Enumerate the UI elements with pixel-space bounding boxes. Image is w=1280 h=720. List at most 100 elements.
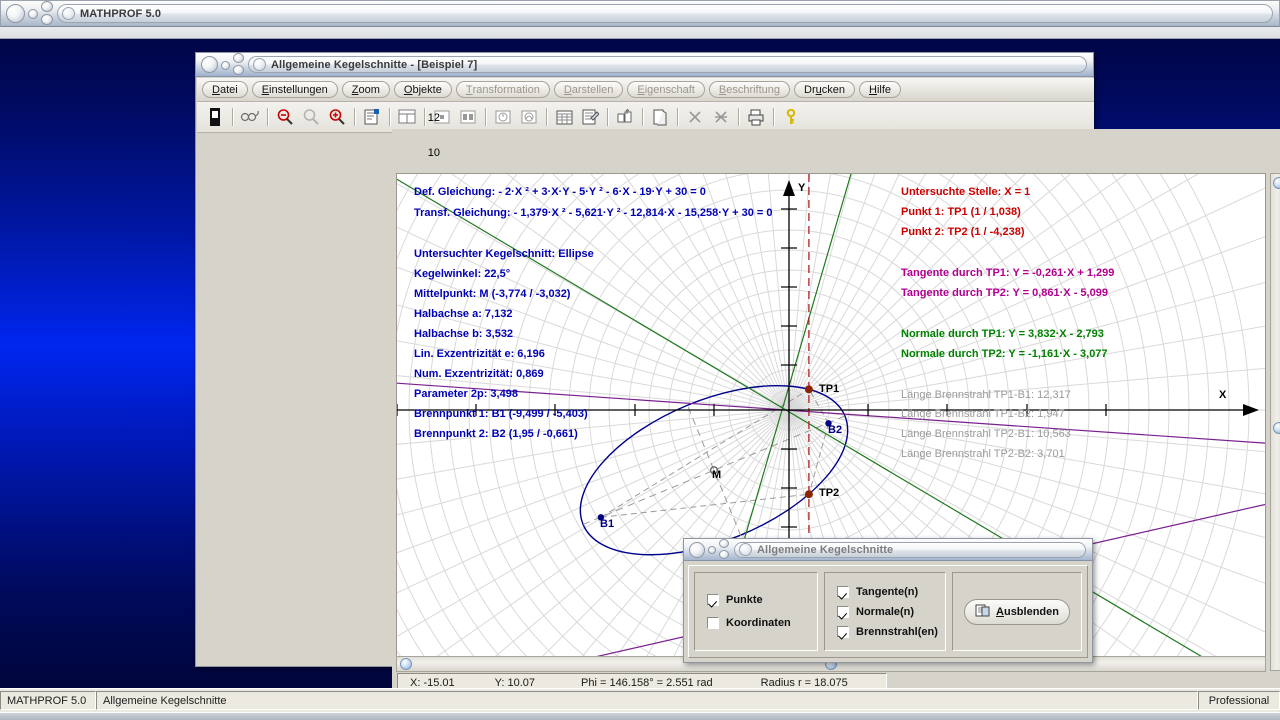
- vscroll-thumb-top[interactable]: [1273, 177, 1280, 189]
- info-transf-gleichung: Transf. Gleichung: - 1,379·X ² - 5,621·Y…: [414, 207, 773, 219]
- checkbox-tangenten[interactable]: Tangente(n): [837, 585, 945, 598]
- dialog-window-controls[interactable]: [684, 538, 734, 561]
- vscroll-thumb[interactable]: [1273, 422, 1280, 434]
- axis-label-x: X: [1219, 389, 1227, 401]
- checkbox-normalen-box[interactable]: [837, 605, 849, 618]
- table-icon[interactable]: [552, 105, 576, 129]
- mdi-minimize-icon[interactable]: [221, 60, 230, 70]
- app-window-controls[interactable]: [1, 0, 57, 27]
- menu-beschriftung: Beschriftung: [708, 81, 791, 98]
- label-b1: B1: [600, 518, 615, 530]
- window-maximize-icon[interactable]: [41, 1, 53, 12]
- delete-one-icon[interactable]: [683, 105, 707, 129]
- menu-objekte[interactable]: Objekte: [393, 81, 452, 98]
- menu-zoom[interactable]: Zoom: [341, 81, 390, 98]
- window-close-icon[interactable]: [6, 4, 25, 23]
- toolbar-separator: [735, 106, 742, 128]
- window-resize-edge: [0, 712, 1280, 720]
- mdi-titlebar[interactable]: Allgemeine Kegelschnitte - [Beispiel 7]: [196, 52, 1093, 77]
- info-kegelschnitt: Untersuchter Kegelschnitt: Ellipse: [414, 248, 594, 260]
- mdi-maximize-icon[interactable]: [233, 52, 244, 63]
- plot-vertical-scrollbar[interactable]: [1270, 173, 1280, 671]
- toolbar-separator: [770, 106, 777, 128]
- info-mittelpunkt: Mittelpunkt: M (-3,774 / -3,032): [414, 288, 571, 300]
- checkbox-koordinaten[interactable]: Koordinaten: [707, 617, 817, 629]
- checkbox-punkte[interactable]: Punkte: [707, 594, 817, 606]
- info-brennstrahl-tp2-b1: Länge Brennstrahl TP2-B1: 10,563: [901, 428, 1071, 440]
- checkbox-normalen[interactable]: Normale(n): [837, 605, 945, 618]
- zoom-out-icon[interactable]: [273, 105, 297, 129]
- key-icon[interactable]: [779, 105, 803, 129]
- status-app-name: MATHPROF 5.0: [0, 691, 96, 710]
- mdi-restore-icon[interactable]: [233, 64, 244, 75]
- info-brennpunkt-2: Brennpunkt 2: B2 (1,95 / -0,661): [414, 428, 578, 440]
- info-tangente-tp2: Tangente durch TP2: Y = 0,861·X - 5,099: [901, 287, 1108, 299]
- report-icon[interactable]: [578, 105, 602, 129]
- dialog-titlebar[interactable]: Allgemeine Kegelschnitte: [684, 538, 1092, 561]
- window-minimize-icon[interactable]: [28, 9, 38, 19]
- window-restore-icon[interactable]: [41, 14, 53, 25]
- menu-eigenschaft: Eigenschaft: [627, 81, 705, 98]
- hscroll-thumb-left[interactable]: [400, 658, 412, 670]
- info-brennstrahl-tp1-b2: Länge Brennstrahl TP1-B2: 1,947: [901, 408, 1065, 420]
- app-titlebar[interactable]: MATHPROF 5.0: [0, 0, 1280, 27]
- group-points: Punkte Koordinaten: [694, 572, 818, 651]
- group-curves: Tangente(n) Normale(n) Brennstrahl(en): [824, 572, 946, 651]
- info-brennstrahl-tp2-b2: Länge Brennstrahl TP2-B2: 3,701: [901, 448, 1065, 460]
- checkbox-koordinaten-box[interactable]: [707, 617, 719, 629]
- mdi-title: Allgemeine Kegelschnitte - [Beispiel 7]: [271, 58, 478, 71]
- copy-icon[interactable]: [648, 105, 672, 129]
- zoom-reset-icon[interactable]: [299, 105, 323, 129]
- properties-icon[interactable]: [360, 105, 384, 129]
- menu-hilfe[interactable]: Hilfe: [859, 81, 902, 98]
- app-toolbar-strip: [0, 27, 1280, 39]
- phone-icon[interactable]: [203, 105, 227, 129]
- arrange-icon[interactable]: [613, 105, 637, 129]
- dialog-restore-icon[interactable]: [719, 549, 729, 559]
- label-b2: B2: [828, 424, 843, 436]
- menu-datei[interactable]: Datei: [202, 81, 248, 98]
- toolbar-separator: [229, 106, 236, 128]
- delete-all-icon[interactable]: [709, 105, 733, 129]
- analysis-icon[interactable]: [517, 105, 541, 129]
- ausblenden-button[interactable]: Ausblenden: [964, 598, 1070, 625]
- mdi-window-controls[interactable]: [196, 52, 248, 77]
- checkbox-punkte-box[interactable]: [707, 594, 719, 606]
- menu-drucken[interactable]: Dr u cken: [794, 81, 855, 98]
- app-title-container: MATHPROF 5.0: [57, 4, 1273, 23]
- info-brennstrahl-tp1-b1: Länge Brennstrahl TP1-B1: 12,317: [901, 389, 1071, 401]
- print-icon[interactable]: [744, 105, 768, 129]
- mdi-close-icon[interactable]: [201, 55, 218, 73]
- dialog-maximize-icon[interactable]: [719, 538, 729, 548]
- label-tp2: TP2: [819, 487, 840, 499]
- split-frame-icon[interactable]: [456, 105, 480, 129]
- info-def-gleichung: Def. Gleichung: - 2·X ² + 3·X·Y - 5·Y ² …: [414, 186, 706, 198]
- menu-einstellungen[interactable]: Einstellungen: [251, 81, 338, 98]
- glasses-icon[interactable]: [238, 105, 262, 129]
- label-m: M: [712, 469, 722, 481]
- menu-transformation: Transformation: [455, 81, 550, 98]
- app-title: MATHPROF 5.0: [80, 7, 162, 20]
- dialog-close-icon[interactable]: [689, 541, 705, 558]
- checkbox-tangenten-label: Tangente(n): [856, 585, 919, 598]
- toolbar-separator: [543, 106, 550, 128]
- status-module-name: Allgemeine Kegelschnitte: [96, 691, 1198, 710]
- checkbox-brennstrahlen-box[interactable]: [837, 625, 849, 638]
- dialog-minimize-icon[interactable]: [708, 545, 716, 554]
- clock-icon[interactable]: [491, 105, 515, 129]
- info-halbachse-b: Halbachse b: 3,532: [414, 328, 514, 340]
- axis-label-y: Y: [798, 182, 806, 194]
- checkbox-brennstrahlen[interactable]: Brennstrahl(en): [837, 625, 945, 638]
- toolbar-separator: [639, 106, 646, 128]
- info-tangente-tp1: Tangente durch TP1: Y = -0,261·X + 1,299: [901, 267, 1115, 279]
- info-punkt-1: Punkt 1: TP1 (1 / 1,038): [901, 206, 1021, 218]
- status-edition: Professional: [1198, 691, 1280, 710]
- info-punkt-2: Punkt 2: TP2 (1 / -4,238): [901, 226, 1025, 238]
- info-untersuchte-stelle: Untersuchte Stelle: X = 1: [901, 186, 1031, 198]
- zoom-in-icon[interactable]: [325, 105, 349, 129]
- toolbar-separator: [604, 106, 611, 128]
- mdi-window-icon: [253, 58, 266, 71]
- checkbox-tangenten-box[interactable]: [837, 585, 849, 598]
- checkbox-punkte-label: Punkte: [726, 594, 763, 606]
- toolbar-separator: [674, 106, 681, 128]
